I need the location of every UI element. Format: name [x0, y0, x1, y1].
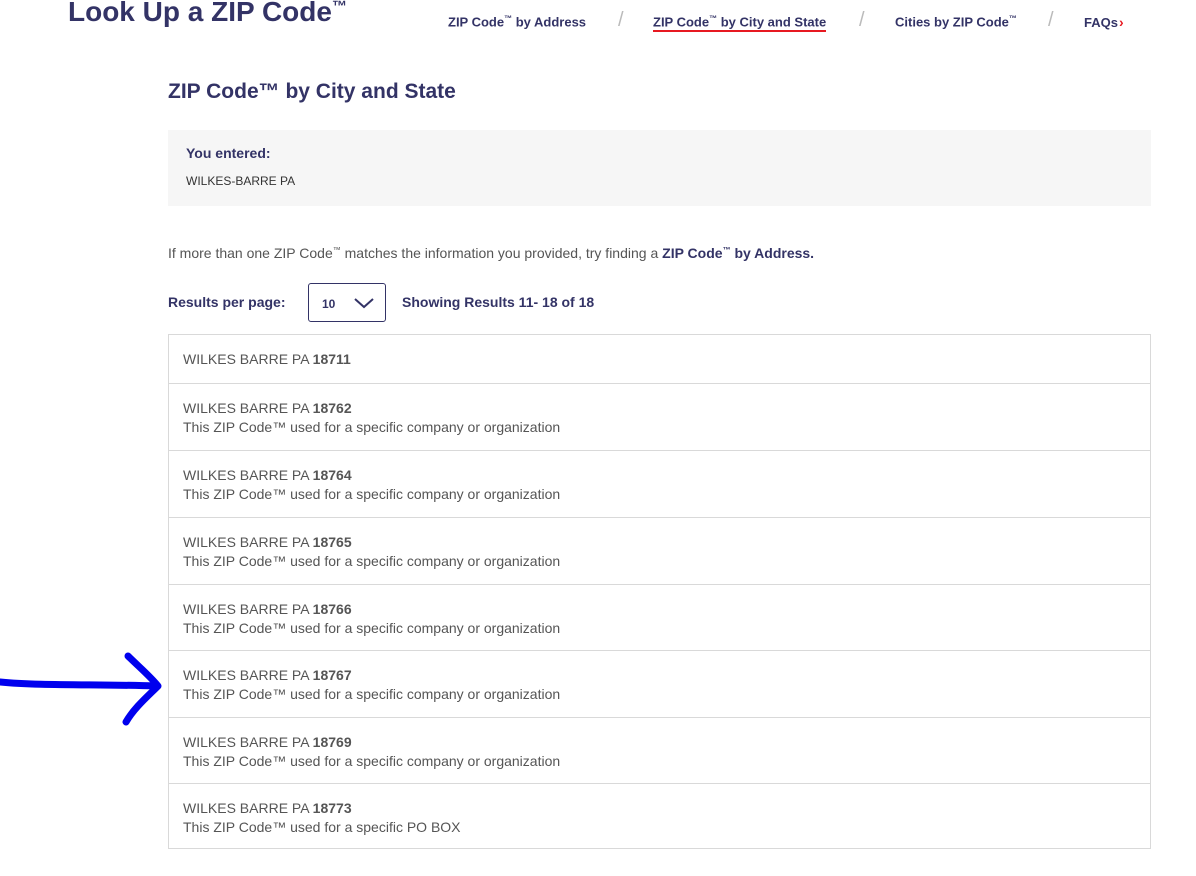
result-note: This ZIP Code™ used for a specific compa… — [183, 620, 561, 636]
page-title-text: Look Up a ZIP Code — [68, 0, 332, 27]
info-text: If more than one ZIP Code™ matches the i… — [168, 245, 814, 261]
result-city: WILKES BARRE PA — [183, 800, 313, 816]
result-zip: 18762 — [312, 400, 352, 416]
result-city: WILKES BARRE PA — [183, 667, 313, 683]
result-title: WILKES BARRE PA 18773 — [183, 800, 352, 816]
nav-separator: / — [1048, 9, 1054, 31]
result-zip: 18773 — [312, 800, 352, 816]
result-zip: 18767 — [312, 667, 352, 683]
result-title: WILKES BARRE PA 18764 — [183, 467, 352, 483]
trademark-mark: ™ — [1008, 14, 1017, 23]
zip-by-address-link[interactable]: ZIP Code™ by Address. — [662, 245, 814, 261]
result-note: This ZIP Code™ used for a specific PO BO… — [183, 819, 461, 835]
info-text-part: matches the information you provided, tr… — [340, 245, 663, 261]
result-title: WILKES BARRE PA 18769 — [183, 734, 352, 750]
result-note: This ZIP Code™ used for a specific compa… — [183, 753, 561, 769]
nav-separator: / — [859, 9, 865, 31]
trademark-mark: ™ — [709, 14, 718, 23]
nav-cities-by-zip[interactable]: Cities by ZIP Code™ — [895, 14, 1017, 29]
result-title: WILKES BARRE PA 18767 — [183, 667, 352, 683]
result-zip: 18766 — [312, 601, 352, 617]
result-row[interactable]: WILKES BARRE PA 18767 This ZIP Code™ use… — [169, 650, 1150, 717]
nav-label: ZIP Code — [653, 14, 710, 30]
result-row[interactable]: WILKES BARRE PA 18769 This ZIP Code™ use… — [169, 717, 1150, 783]
result-zip: 18764 — [312, 467, 352, 483]
entered-label: You entered: — [186, 145, 271, 161]
result-title: WILKES BARRE PA 18762 — [183, 400, 352, 416]
result-city: WILKES BARRE PA — [183, 400, 313, 416]
result-zip: 18765 — [312, 534, 352, 550]
result-note: This ZIP Code™ used for a specific compa… — [183, 486, 561, 502]
trademark-mark: ™ — [332, 245, 341, 255]
results-per-page-label: Results per page: — [168, 294, 286, 310]
result-title: WILKES BARRE PA 18766 — [183, 601, 352, 617]
chevron-right-icon: › — [1118, 14, 1124, 30]
results-list: WILKES BARRE PA 18711 WILKES BARRE PA 18… — [168, 334, 1151, 849]
chevron-down-icon — [354, 298, 374, 309]
result-note: This ZIP Code™ used for a specific compa… — [183, 419, 561, 435]
result-zip: 18769 — [312, 734, 352, 750]
trademark-mark: ™ — [722, 245, 731, 255]
result-zip: 18711 — [312, 351, 351, 367]
page-title: Look Up a ZIP Code™ — [68, 0, 347, 28]
result-row[interactable]: WILKES BARRE PA 18765 This ZIP Code™ use… — [169, 517, 1150, 584]
results-per-page-value: 10 — [322, 297, 336, 311]
nav-label: Cities by ZIP Code — [895, 14, 1009, 30]
nav-zip-by-address[interactable]: ZIP Code™ by Address — [448, 14, 586, 29]
result-note: This ZIP Code™ used for a specific compa… — [183, 686, 561, 702]
result-city: WILKES BARRE PA — [183, 734, 313, 750]
result-row[interactable]: WILKES BARRE PA 18773 This ZIP Code™ use… — [169, 783, 1150, 848]
nav-separator: / — [618, 9, 624, 31]
result-title: WILKES BARRE PA 18711 — [183, 351, 351, 367]
results-per-page-select[interactable]: 10 — [308, 283, 386, 322]
nav-label: FAQs — [1084, 15, 1118, 30]
result-row[interactable]: WILKES BARRE PA 18762 This ZIP Code™ use… — [169, 383, 1150, 450]
nav-faqs[interactable]: FAQs› — [1084, 14, 1124, 30]
link-label-suffix: by Address. — [730, 245, 815, 261]
link-label: ZIP Code — [662, 245, 723, 261]
result-title: WILKES BARRE PA 18765 — [183, 534, 352, 550]
result-note: This ZIP Code™ used for a specific compa… — [183, 553, 561, 569]
result-row[interactable]: WILKES BARRE PA 18764 This ZIP Code™ use… — [169, 450, 1150, 517]
trademark-mark: ™ — [504, 14, 513, 23]
showing-results-text: Showing Results 11- 18 of 18 — [402, 294, 595, 310]
nav-label-suffix: by Address — [512, 14, 587, 30]
nav-zip-by-city-state[interactable]: ZIP Code™ by City and State — [653, 14, 827, 33]
result-city: WILKES BARRE PA — [183, 467, 313, 483]
nav-label-suffix: by City and State — [717, 14, 827, 30]
trademark-mark: ™ — [331, 0, 347, 15]
hand-drawn-arrow-icon — [0, 652, 162, 726]
nav-label: ZIP Code — [448, 14, 505, 30]
info-text-part: If more than one ZIP Code — [168, 245, 333, 261]
section-title: ZIP Code™ by City and State — [168, 80, 456, 103]
result-city: WILKES BARRE PA — [183, 351, 313, 367]
result-city: WILKES BARRE PA — [183, 601, 313, 617]
result-row[interactable]: WILKES BARRE PA 18711 — [169, 335, 1150, 383]
result-city: WILKES BARRE PA — [183, 534, 313, 550]
entered-value: WILKES-BARRE PA — [186, 174, 296, 188]
entered-summary: You entered: WILKES-BARRE PA — [168, 130, 1151, 206]
result-row[interactable]: WILKES BARRE PA 18766 This ZIP Code™ use… — [169, 584, 1150, 650]
